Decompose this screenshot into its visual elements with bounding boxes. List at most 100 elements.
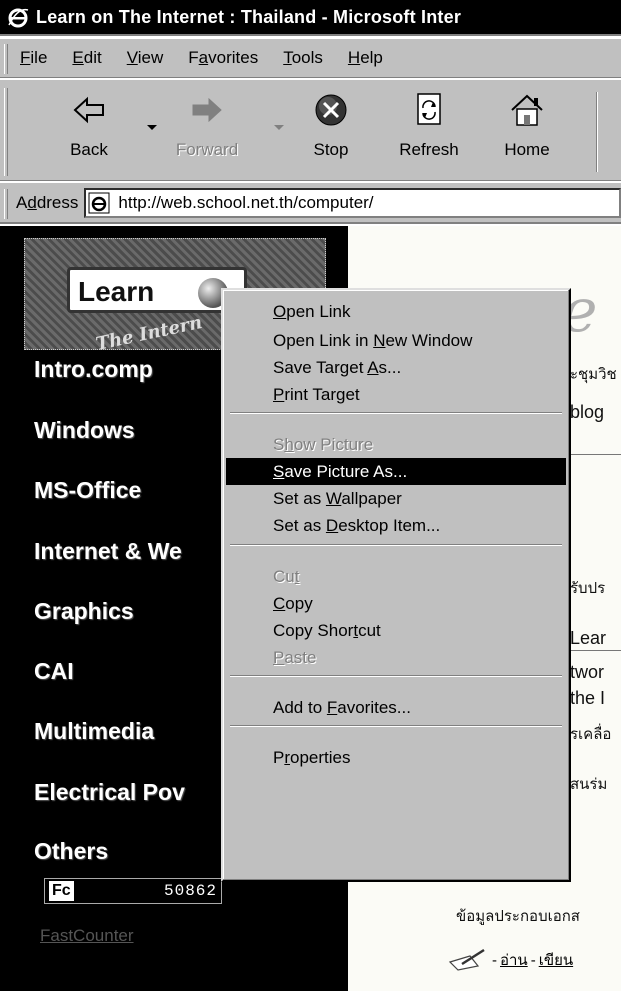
internet-explorer-icon: [6, 5, 30, 29]
menu-bar: File Edit View Favorites Tools Help: [0, 38, 621, 78]
standard-toolbar: Back Forward Stop Refresh Home: [0, 79, 621, 181]
content-fragment: blog: [570, 402, 605, 422]
nav-internet-web[interactable]: Internet & We: [34, 538, 182, 565]
menu-item-set-as-desktop-item[interactable]: Set as Desktop Item...: [226, 512, 566, 539]
divider: [570, 454, 621, 455]
menu-item-label: Cut: [273, 567, 300, 586]
counter-badge: Fc: [49, 881, 74, 901]
refresh-button[interactable]: Refresh: [384, 90, 474, 174]
read-link[interactable]: อ่าน: [500, 948, 528, 972]
address-bar: Address http://web.school.net.th/compute…: [0, 182, 621, 224]
addressbar-grip[interactable]: [4, 189, 8, 219]
back-button[interactable]: Back: [44, 90, 134, 174]
menu-separator: [230, 675, 562, 677]
menu-favorites[interactable]: Favorites: [188, 48, 258, 68]
window-title: Learn on The Internet : Thailand - Micro…: [36, 6, 462, 27]
menu-separator: [230, 725, 562, 727]
home-icon: [511, 94, 543, 126]
content-fragment: ะชุมวิช: [570, 366, 617, 383]
stop-icon: [315, 94, 347, 126]
back-dropdown-arrow[interactable]: [147, 125, 157, 130]
menu-item-label: Save Target As...: [273, 358, 402, 377]
logo-subtitle: The Intern: [93, 311, 205, 356]
fastcounter-link[interactable]: FastCounter: [40, 926, 134, 946]
nav-multimedia[interactable]: Multimedia: [34, 718, 154, 745]
menu-item-label: Save Picture As...: [273, 462, 408, 481]
context-menu: Open Link Open Link in New Window Save Tar…: [221, 288, 571, 882]
menu-item-label: Paste: [273, 648, 317, 667]
stop-button[interactable]: Stop: [286, 90, 376, 174]
toolbar-separator: [596, 92, 598, 172]
menu-view[interactable]: View: [127, 48, 164, 68]
menu-item-label: Set as Desktop Item...: [273, 516, 441, 535]
stop-label: Stop: [313, 140, 349, 159]
content-fragment: สนร่ม: [570, 776, 608, 793]
menu-item-label: Copy: [273, 594, 313, 613]
content-fragment[interactable]: Lear: [570, 628, 606, 649]
content-fragment: รเคลื่อ: [570, 726, 612, 743]
menu-item-label: Copy Shortcut: [273, 621, 381, 640]
back-label: Back: [70, 140, 108, 159]
divider: [570, 650, 621, 651]
menu-item-label: Properties: [273, 748, 351, 767]
menu-item-copy-shortcut[interactable]: Copy Shortcut: [226, 617, 566, 644]
menu-separator: [230, 544, 562, 546]
menu-item-save-picture-as[interactable]: Save Picture As...: [226, 458, 566, 485]
dash-separator: -: [492, 951, 497, 969]
page-icon: [88, 192, 110, 213]
logo-text: Learn: [78, 276, 155, 307]
menu-separator: [230, 412, 562, 414]
menu-item-add-to-favorites[interactable]: Add to Favorites...: [226, 694, 566, 721]
forward-dropdown-arrow[interactable]: [274, 125, 284, 130]
write-link[interactable]: เขียน: [539, 948, 573, 972]
nav-windows[interactable]: Windows: [34, 417, 135, 444]
forward-button[interactable]: Forward: [162, 90, 252, 174]
nav-cai[interactable]: CAI: [34, 658, 74, 685]
menu-item-open-link-new-window[interactable]: Open Link in New Window: [226, 327, 566, 354]
menu-item-show-picture[interactable]: Show Picture: [226, 431, 566, 458]
address-label: Address: [16, 192, 79, 212]
thai-text-line: ข้อมูลประกอบเอกส: [456, 908, 580, 925]
toolbar-grip[interactable]: [4, 88, 8, 176]
menu-item-properties[interactable]: Properties: [226, 744, 566, 771]
back-arrow-icon: [73, 96, 104, 124]
menubar-grip[interactable]: [4, 44, 8, 74]
content-fragment: the I: [570, 688, 606, 708]
menu-item-label: Set as Wallpaper: [273, 489, 402, 508]
dash-separator: -: [530, 951, 536, 969]
menu-item-label: Show Picture: [273, 435, 374, 454]
menu-item-label: Open Link in New Window: [273, 331, 473, 350]
menu-item-label: Add to Favorites...: [273, 698, 411, 717]
menu-item-paste[interactable]: Paste: [226, 644, 566, 671]
forward-arrow-icon: [192, 97, 222, 123]
menu-item-copy[interactable]: Copy: [226, 590, 566, 617]
menu-item-cut[interactable]: Cut: [226, 563, 566, 590]
title-bar[interactable]: Learn on The Internet : Thailand - Micro…: [0, 0, 621, 36]
nav-intro-comp[interactable]: Intro.comp: [34, 356, 153, 383]
menu-item-save-target-as[interactable]: Save Target As...: [226, 354, 566, 381]
nav-graphics[interactable]: Graphics: [34, 598, 134, 625]
nav-electrical-power[interactable]: Electrical Pov: [34, 779, 185, 806]
refresh-icon: [417, 93, 441, 125]
address-input[interactable]: http://web.school.net.th/computer/: [84, 187, 621, 218]
menu-tools[interactable]: Tools: [283, 48, 323, 68]
refresh-label: Refresh: [399, 140, 459, 159]
nav-ms-office[interactable]: MS-Office: [34, 477, 141, 504]
menu-item-set-as-wallpaper[interactable]: Set as Wallpaper: [226, 485, 566, 512]
menu-file[interactable]: File: [20, 48, 47, 68]
logo-badge: Learn: [67, 267, 247, 313]
hit-counter: Fc 50862: [44, 878, 222, 904]
menu-help[interactable]: Help: [348, 48, 383, 68]
read-write-links: - อ่าน - เขียน: [448, 948, 573, 972]
nav-others[interactable]: Others: [34, 838, 108, 865]
content-fragment: รับปร: [570, 580, 606, 597]
menu-item-print-target[interactable]: Print Target: [226, 381, 566, 408]
menu-item-label: Print Target: [273, 385, 360, 404]
notepad-pen-icon: [448, 948, 485, 971]
counter-value: 50862: [163, 882, 217, 900]
home-button[interactable]: Home: [482, 90, 572, 174]
menu-item-label: Open Link: [273, 302, 351, 321]
menu-edit[interactable]: Edit: [72, 48, 101, 68]
address-url: http://web.school.net.th/computer/: [118, 192, 374, 212]
menu-item-open-link[interactable]: Open Link: [226, 298, 566, 325]
